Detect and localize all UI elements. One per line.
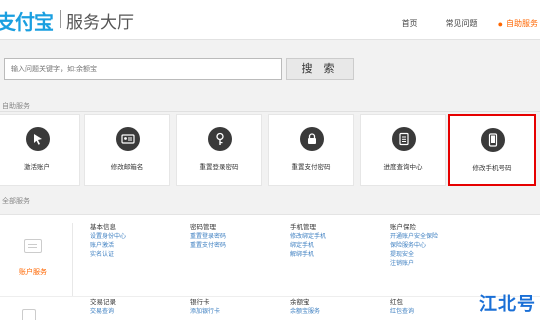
service-link[interactable]: 保险服务中心: [390, 242, 438, 251]
bag-icon: [22, 309, 36, 320]
card-change-phone[interactable]: 修改手机号码: [448, 114, 536, 186]
all-service-label: 全部服务: [2, 198, 30, 205]
cursor-icon: [26, 127, 50, 151]
all-services-row-2: 交易记录 交易查询 银行卡 添加银行卡 余额宝 余额宝服务 红包 红包查询: [0, 296, 540, 320]
service-link[interactable]: 绑定手机: [290, 242, 326, 251]
alipay-logo[interactable]: 支付宝: [0, 6, 54, 35]
column-heading: 账户保险: [390, 224, 416, 231]
header: 支付宝 服务大厅 首页 常见问题 ● 自助服务: [0, 0, 540, 40]
service-link[interactable]: 修改绑定手机: [290, 233, 326, 242]
card-label: 激活账户: [24, 164, 50, 171]
id-card-icon: [116, 127, 140, 151]
service-link[interactable]: 注销账户: [390, 260, 438, 269]
column-heading: 红包: [390, 299, 403, 306]
column-heading: 交易记录: [90, 299, 116, 306]
column-password: 密码管理 重置登录密码 重置支付密码: [190, 223, 226, 251]
column-phone: 手机管理 修改绑定手机 绑定手机 解绑手机: [290, 223, 326, 260]
top-nav: 首页 常见问题 ● 自助服务: [374, 18, 538, 29]
search-button[interactable]: 搜 索: [286, 58, 354, 80]
card-label: 重置支付密码: [291, 164, 331, 171]
card-label: 重置登录密码: [199, 164, 239, 171]
nav-home[interactable]: 首页: [402, 18, 418, 29]
card-change-email[interactable]: 修改邮箱名: [84, 114, 170, 186]
column-red-packet: 红包 红包查询: [390, 298, 414, 317]
watermark: 江北号: [479, 294, 536, 314]
self-service-label: 自助服务: [2, 103, 30, 110]
card-label: 进度查询中心: [383, 164, 423, 171]
service-link[interactable]: 解绑手机: [290, 251, 326, 260]
column-bank-card: 银行卡 添加银行卡: [190, 298, 220, 317]
key-icon: [208, 127, 232, 151]
logo-divider: [60, 10, 61, 28]
phone-icon: [481, 128, 505, 152]
service-link[interactable]: 开通账户安全保险: [390, 233, 438, 242]
nav-self-service[interactable]: 自助服务: [506, 18, 538, 29]
column-basic-info: 基本信息 设置身份中心 账户激活 实名认证: [90, 223, 126, 260]
column-heading: 手机管理: [290, 224, 316, 231]
card-label: 修改邮箱名: [110, 164, 144, 171]
service-link[interactable]: 添加银行卡: [190, 308, 220, 317]
service-link[interactable]: 重置登录密码: [190, 233, 226, 242]
section-divider: [0, 111, 540, 112]
account-card-icon: [24, 239, 42, 253]
column-heading: 银行卡: [190, 299, 210, 306]
search-input[interactable]: [4, 58, 282, 80]
column-heading: 基本信息: [90, 224, 116, 231]
column-transactions: 交易记录 交易查询: [90, 298, 116, 317]
self-service-cards: 激活账户 修改邮箱名 重置登录密码 重置支付密码 进度查询中心 修改手机号码: [0, 114, 540, 186]
lock-icon: [300, 127, 324, 151]
nav-faq[interactable]: 常见问题: [446, 18, 478, 29]
card-reset-pay-password[interactable]: 重置支付密码: [268, 114, 354, 186]
service-link[interactable]: 设置身份中心: [90, 233, 126, 242]
card-label: 修改手机号码: [472, 165, 512, 172]
service-link[interactable]: 实名认证: [90, 251, 126, 260]
column-account-security: 账户保险 开通账户安全保险 保险服务中心 提现安全 注销账户: [390, 223, 438, 269]
column-heading: 密码管理: [190, 224, 216, 231]
service-link[interactable]: 红包查询: [390, 308, 414, 317]
card-progress-center[interactable]: 进度查询中心: [360, 114, 446, 186]
service-link[interactable]: 账户激活: [90, 242, 126, 251]
document-icon: [392, 127, 416, 151]
card-reset-login-password[interactable]: 重置登录密码: [176, 114, 262, 186]
account-service-block[interactable]: 账户服务: [8, 225, 58, 295]
service-link[interactable]: 重置支付密码: [190, 242, 226, 251]
active-dot-icon: ●: [497, 18, 503, 29]
account-service-label: 账户服务: [19, 269, 47, 276]
service-link[interactable]: 交易查询: [90, 308, 116, 317]
column-heading: 余额宝: [290, 299, 310, 306]
service-link[interactable]: 余额宝服务: [290, 308, 320, 317]
card-activate-account[interactable]: 激活账户: [0, 114, 80, 186]
column-yuebao: 余额宝 余额宝服务: [290, 298, 320, 317]
page-subtitle: 服务大厅: [66, 13, 134, 32]
service-link[interactable]: 提现安全: [390, 251, 438, 260]
